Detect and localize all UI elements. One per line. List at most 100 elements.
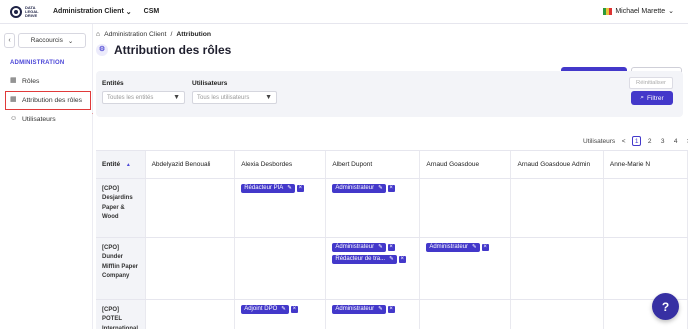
edit-icon[interactable]: ✎ — [378, 185, 383, 191]
user-column-header: Arnaud Goasdoue Admin — [510, 151, 604, 179]
role-chip-group: Rédacteur de tra... ✎ × — [332, 254, 415, 267]
edit-icon[interactable]: ✎ — [378, 306, 383, 312]
remove-role-icon[interactable]: × — [386, 242, 396, 252]
role-chip-label: Adjoint DPO — [244, 306, 278, 312]
shortcuts-dropdown[interactable]: Raccourcis ⌄ — [18, 33, 86, 48]
sidebar-item-users[interactable]: ☺ Utilisateurs — [10, 115, 56, 123]
pagination-page-3[interactable]: 3 — [658, 136, 667, 146]
edit-icon[interactable]: ✎ — [287, 185, 292, 191]
sidebar: ‹ Raccourcis ⌄ ADMINISTRATION ▦ Rôles ▦ … — [0, 24, 93, 329]
role-cell[interactable] — [145, 299, 236, 329]
pagination-label: Utilisateurs — [583, 137, 616, 145]
role-cell[interactable]: Adjoint DPO ✎ × — [234, 299, 327, 329]
remove-role-icon[interactable]: × — [289, 304, 299, 314]
sidebar-item-label: Utilisateurs — [22, 115, 56, 123]
role-cell[interactable] — [510, 178, 604, 238]
role-cell[interactable] — [603, 178, 688, 238]
role-chip[interactable]: Administrateur ✎ — [332, 242, 386, 252]
users-icon: ☺ — [10, 115, 18, 122]
entities-placeholder: Toutes les entités — [107, 94, 154, 101]
pagination-next[interactable]: > — [684, 136, 688, 146]
pagination-page-2[interactable]: 2 — [645, 136, 654, 146]
role-chip[interactable]: Rédacteur PIA ✎ — [241, 183, 295, 193]
role-cell[interactable] — [419, 299, 512, 329]
chevron-down-icon: ⌄ — [67, 37, 74, 45]
role-chip-label: Administrateur — [335, 306, 375, 312]
flag-icon — [603, 7, 613, 15]
role-cell[interactable]: Administrateur ✎ × — [325, 299, 421, 329]
edit-icon[interactable]: ✎ — [389, 256, 394, 262]
role-chip-group: Rédacteur PIA ✎ × — [241, 183, 321, 196]
user-column-header: Alexia Desbordes — [234, 151, 327, 179]
sidebar-item-label: Rôles — [22, 77, 40, 85]
role-chip[interactable]: Administrateur ✎ — [332, 304, 386, 314]
role-chip[interactable]: Administrateur ✎ — [426, 242, 480, 252]
user-column-header: Albert Dupont — [325, 151, 421, 179]
users-pagination: Utilisateurs < 1 2 3 4 > — [583, 136, 688, 146]
user-menu[interactable]: Michael Marette ⌄ — [603, 7, 674, 15]
role-chip-group: Administrateur ✎ × — [426, 242, 506, 255]
collapse-sidebar-button[interactable]: ‹ — [4, 33, 15, 48]
role-cell[interactable]: Administrateur ✎ × Rédacteur de tra... ✎ × — [325, 237, 421, 300]
page-title-text: Attribution des rôles — [114, 43, 232, 57]
sidebar-item-roles[interactable]: ▦ Rôles — [10, 77, 39, 85]
role-cell[interactable] — [145, 237, 236, 300]
logo[interactable]: DATA LEGAL DRIVE — [10, 4, 39, 18]
remove-role-icon[interactable]: × — [386, 304, 396, 314]
filters-panel: Entités Toutes les entités ▼ Utilisateur… — [96, 71, 683, 117]
shortcuts-label: Raccourcis — [30, 37, 63, 44]
logo-text: DATA LEGAL DRIVE — [25, 4, 39, 18]
users-select[interactable]: Tous les utilisateurs ▼ — [192, 91, 277, 104]
role-cell[interactable] — [510, 237, 604, 300]
role-cell[interactable]: Rédacteur PIA ✎ × — [234, 178, 327, 238]
csm-menu[interactable]: CSM — [144, 8, 160, 15]
role-chip-label: Administrateur — [335, 185, 375, 191]
pagination-page-4[interactable]: 4 — [671, 136, 680, 146]
sort-icon[interactable]: ▲ — [126, 162, 131, 168]
pagination-prev[interactable]: < — [619, 136, 628, 146]
settings-icon: ⚙ — [96, 44, 108, 56]
reset-button[interactable]: Réinitialiser — [629, 77, 673, 89]
user-column-header: Arnaud Goasdoue — [419, 151, 512, 179]
role-cell[interactable]: Administrateur ✎ × — [325, 178, 421, 238]
table-row: [CPO] POTEL International Adjoint DPO ✎ × Ad… — [96, 299, 688, 329]
edit-icon[interactable]: ✎ — [378, 244, 383, 250]
role-chip-label: Administrateur — [335, 244, 375, 250]
user-column-header: Anne-Marie N — [603, 151, 688, 179]
remove-role-icon[interactable]: × — [295, 183, 305, 193]
remove-role-icon[interactable]: × — [397, 254, 407, 264]
role-chip[interactable]: Adjoint DPO ✎ — [241, 304, 289, 314]
role-chip-group: Administrateur ✎ × — [332, 183, 415, 196]
table-row: [CPO] Dunder Mifflin Paper Company Admini… — [96, 237, 688, 300]
entity-column-header[interactable]: Entité ▲ — [96, 151, 146, 179]
role-cell[interactable] — [603, 237, 688, 300]
role-cell[interactable]: Administrateur ✎ × — [419, 237, 512, 300]
table-header-row: Entité ▲ Abdelyazid Benouali Alexia Desb… — [96, 151, 688, 179]
page-title: ⚙ Attribution des rôles — [96, 43, 231, 57]
filter-button[interactable]: ⌕ Filtrer — [631, 91, 673, 105]
role-cell[interactable] — [145, 178, 236, 238]
role-chip[interactable]: Administrateur ✎ — [332, 183, 386, 193]
entity-cell: [CPO] Dunder Mifflin Paper Company — [96, 237, 146, 300]
pagination-page-1[interactable]: 1 — [632, 136, 642, 146]
role-cell[interactable] — [234, 237, 327, 300]
highlight-annotation-box — [5, 91, 91, 110]
role-cell[interactable] — [510, 299, 604, 329]
roles-icon: ▦ — [10, 77, 17, 84]
help-chat-button[interactable]: ? — [652, 293, 679, 320]
remove-role-icon[interactable]: × — [386, 183, 396, 193]
breadcrumb-separator: / — [170, 31, 173, 38]
entities-select[interactable]: Toutes les entités ▼ — [102, 91, 185, 104]
edit-icon[interactable]: ✎ — [472, 244, 477, 250]
client-menu[interactable]: Administration Client ⌄ — [53, 8, 132, 16]
remove-role-icon[interactable]: × — [480, 242, 490, 252]
home-icon[interactable]: ⌂ — [96, 31, 100, 38]
user-column-header: Abdelyazid Benouali — [145, 151, 236, 179]
breadcrumb-parent[interactable]: Administration Client — [104, 31, 166, 38]
edit-icon[interactable]: ✎ — [281, 306, 286, 312]
role-chip-label: Administrateur — [429, 244, 469, 250]
role-cell[interactable] — [419, 178, 512, 238]
role-assignment-table: Entité ▲ Abdelyazid Benouali Alexia Desb… — [96, 150, 688, 329]
role-chip[interactable]: Rédacteur de tra... ✎ — [332, 254, 397, 264]
filter-icon: ▼ — [265, 94, 272, 101]
